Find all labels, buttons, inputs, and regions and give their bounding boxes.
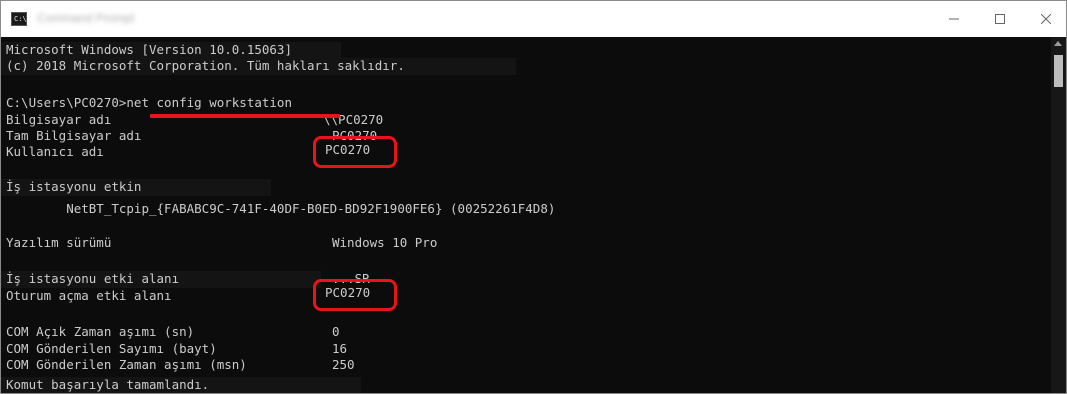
- console-app-icon: C:\: [11, 12, 27, 26]
- annotation-box-user-name: PC0270: [313, 136, 397, 168]
- vertical-scrollbar[interactable]: [1051, 37, 1066, 393]
- value-com-open-timeout: 0: [332, 324, 340, 339]
- window-title: Command Prompt: [37, 11, 135, 25]
- console-label-software-version: Yazılım sürümü: [6, 235, 112, 250]
- value-logon-domain: PC0270: [325, 285, 371, 300]
- console-line-workstation-active: İş istasyonu etkin: [6, 179, 142, 194]
- value-software-version: Windows 10 Pro: [332, 235, 438, 250]
- console-line-netbt: NetBT_Tcpip_{FABABC9C-741F-40DF-B0ED-BD9…: [6, 201, 556, 216]
- console-label-com-send-timeout: COM Gönderilen Zaman aşımı (msn): [6, 357, 247, 372]
- close-button[interactable]: [1023, 1, 1066, 37]
- value-com-send-timeout: 250: [332, 357, 355, 372]
- scroll-up-icon[interactable]: [1054, 41, 1062, 46]
- maximize-button[interactable]: [977, 1, 1023, 37]
- console-line-command: C:\Users\PC0270>net config workstation: [6, 95, 292, 110]
- console-label-logon-domain: Oturum açma etki alanı: [6, 288, 172, 303]
- annotation-box-logon-domain: PC0270: [313, 279, 397, 311]
- maximize-icon: [995, 14, 1005, 24]
- console-label-com-send-count: COM Gönderilen Sayımı (bayt): [6, 341, 217, 356]
- close-icon: [1041, 14, 1051, 24]
- console-line-copyright: (c) 2018 Microsoft Corporation. Tüm hakl…: [6, 58, 405, 73]
- minimize-button[interactable]: [931, 1, 977, 37]
- console-label-workstation-domain: İş istasyonu etki alanı: [6, 271, 180, 286]
- annotation-underline: [150, 114, 340, 118]
- console-label-com-open-timeout: COM Açık Zaman aşımı (sn): [6, 324, 195, 339]
- scroll-thumb[interactable]: [1054, 55, 1063, 87]
- command-prompt-window: C:\ Command Prompt Microsoft Windows [Ve…: [0, 0, 1067, 394]
- minimize-icon: [949, 18, 959, 20]
- value-user-name: PC0270: [325, 142, 371, 157]
- console-label-user-name: Kullanıcı adı: [6, 144, 104, 159]
- console-line-success: Komut başarıyla tamamlandı.: [6, 377, 210, 392]
- title-bar[interactable]: C:\ Command Prompt: [1, 1, 1066, 37]
- console-label-computer-name: Bilgisayar adı: [6, 112, 112, 127]
- console-label-full-computer-name: Tam Bilgisayar adı: [6, 128, 142, 143]
- console-output[interactable]: Microsoft Windows [Version 10.0.15063] (…: [1, 37, 1051, 393]
- console-line-version: Microsoft Windows [Version 10.0.15063]: [6, 42, 292, 57]
- value-com-send-count: 16: [332, 341, 348, 356]
